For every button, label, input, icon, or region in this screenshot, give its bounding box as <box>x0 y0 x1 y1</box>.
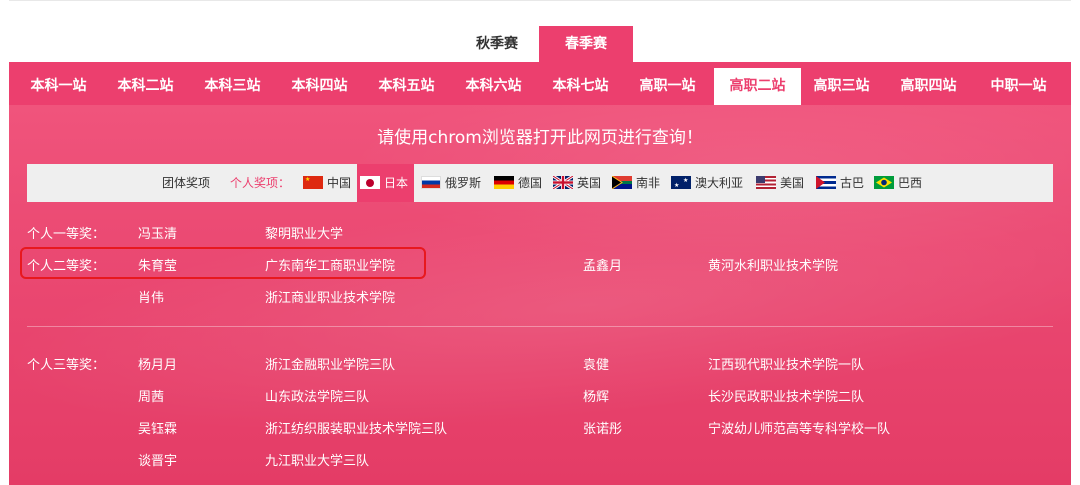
winner-name: 孟鑫月 <box>583 259 623 274</box>
japan-flag-icon <box>360 176 380 189</box>
country-label: 南非 <box>636 176 661 190</box>
tab-autumn-season[interactable]: 秋季赛 <box>461 26 533 63</box>
winner-name: 张诺彤 <box>583 422 623 437</box>
country-label: 巴西 <box>898 176 923 190</box>
station-tab[interactable]: 本科六站 <box>450 68 537 105</box>
first-prize-label: 个人一等奖： <box>27 227 106 242</box>
uk-flag-icon <box>553 176 573 189</box>
country-label: 古巴 <box>840 176 865 190</box>
section-divider <box>27 326 1053 327</box>
station-tab[interactable]: 高职一站 <box>624 68 711 105</box>
team-award-link[interactable]: 团体奖项 <box>162 164 210 202</box>
station-tab[interactable]: 本科二站 <box>102 68 189 105</box>
winner-school: 浙江金融职业学院三队 <box>265 358 396 373</box>
country-uk[interactable]: 英国 <box>553 164 601 202</box>
winner-name: 谈晋宇 <box>138 454 178 469</box>
station-tab[interactable]: 本科一站 <box>15 68 102 105</box>
winner-name: 袁健 <box>583 358 610 373</box>
germany-flag-icon <box>494 176 514 189</box>
country-label: 澳大利亚 <box>695 176 744 190</box>
country-label: 美国 <box>780 176 805 190</box>
south-africa-flag-icon <box>612 176 632 189</box>
country-south-africa[interactable]: 南非 <box>612 164 660 202</box>
cuba-flag-icon <box>816 176 836 189</box>
tab-spring-season[interactable]: 春季赛 <box>539 26 633 63</box>
country-japan[interactable]: 日本 <box>357 164 415 202</box>
usa-flag-icon <box>756 176 776 189</box>
season-tabs: 秋季赛 春季赛 <box>9 0 1071 63</box>
winner-name: 吴钰霖 <box>138 422 178 437</box>
winner-school: 宁波幼儿师范高等专科学校一队 <box>708 422 891 437</box>
winner-name: 杨辉 <box>583 390 610 405</box>
country-germany[interactable]: 德国 <box>494 164 542 202</box>
third-prize-label: 个人三等奖： <box>27 358 106 373</box>
country-cuba[interactable]: 古巴 <box>816 164 864 202</box>
results-panel: 请使用chrom浏览器打开此网页进行查询！ 团体奖项 个人奖项： ★ 中国 日本… <box>9 105 1071 485</box>
country-label: 俄罗斯 <box>445 176 482 190</box>
station-tab[interactable]: 本科五站 <box>363 68 450 105</box>
country-label: 日本 <box>384 176 409 190</box>
browser-notice: 请使用chrom浏览器打开此网页进行查询！ <box>377 128 703 148</box>
station-tab-active[interactable]: 高职二站 <box>714 68 801 105</box>
country-brazil[interactable]: 巴西 <box>874 164 922 202</box>
winner-school: 长沙民政职业技术学院二队 <box>708 390 865 405</box>
country-usa[interactable]: 美国 <box>756 164 804 202</box>
station-tab[interactable]: 高职四站 <box>885 68 972 105</box>
station-tab[interactable]: 中职一站 <box>975 68 1062 105</box>
winner-school: 黄河水利职业技术学院 <box>708 259 839 274</box>
country-russia[interactable]: 俄罗斯 <box>421 164 481 202</box>
winner-name: 肖伟 <box>138 291 165 306</box>
country-australia[interactable]: ★ ★ 澳大利亚 <box>671 164 743 202</box>
page-frame: 秋季赛 春季赛 本科一站 本科二站 本科三站 本科四站 本科五站 本科六站 本科… <box>9 0 1071 485</box>
china-flag-icon: ★ <box>303 176 323 189</box>
australia-flag-icon: ★ ★ <box>671 176 691 189</box>
country-china[interactable]: ★ 中国 <box>303 164 351 202</box>
winner-school: 浙江纺织服装职业技术学院三队 <box>265 422 448 437</box>
winner-school: 九江职业大学三队 <box>265 454 370 469</box>
station-nav: 本科一站 本科二站 本科三站 本科四站 本科五站 本科六站 本科七站 高职一站 … <box>9 62 1071 105</box>
station-tab[interactable]: 本科三站 <box>189 68 276 105</box>
highlight-annotation <box>20 247 426 279</box>
award-filter-bar: 团体奖项 个人奖项： ★ 中国 日本 俄罗斯 德国 英国 南非 ★ ★ 澳大利亚… <box>27 164 1053 202</box>
russia-flag-icon <box>421 176 441 189</box>
country-label: 英国 <box>577 176 602 190</box>
winner-school: 浙江商业职业技术学院 <box>265 291 396 306</box>
winner-name: 周茜 <box>138 390 165 405</box>
country-label: 德国 <box>518 176 543 190</box>
station-tab[interactable]: 本科七站 <box>537 68 624 105</box>
station-tab[interactable]: 本科四站 <box>276 68 363 105</box>
brazil-flag-icon <box>874 176 894 189</box>
winner-school: 山东政法学院三队 <box>265 390 370 405</box>
winner-name: 冯玉清 <box>138 227 178 242</box>
country-label: 中国 <box>327 176 352 190</box>
winner-name: 杨月月 <box>138 358 178 373</box>
winner-school: 江西现代职业技术学院一队 <box>708 358 865 373</box>
station-tab[interactable]: 高职三站 <box>798 68 885 105</box>
winner-school: 黎明职业大学 <box>265 227 344 242</box>
individual-award-label: 个人奖项： <box>230 176 291 190</box>
